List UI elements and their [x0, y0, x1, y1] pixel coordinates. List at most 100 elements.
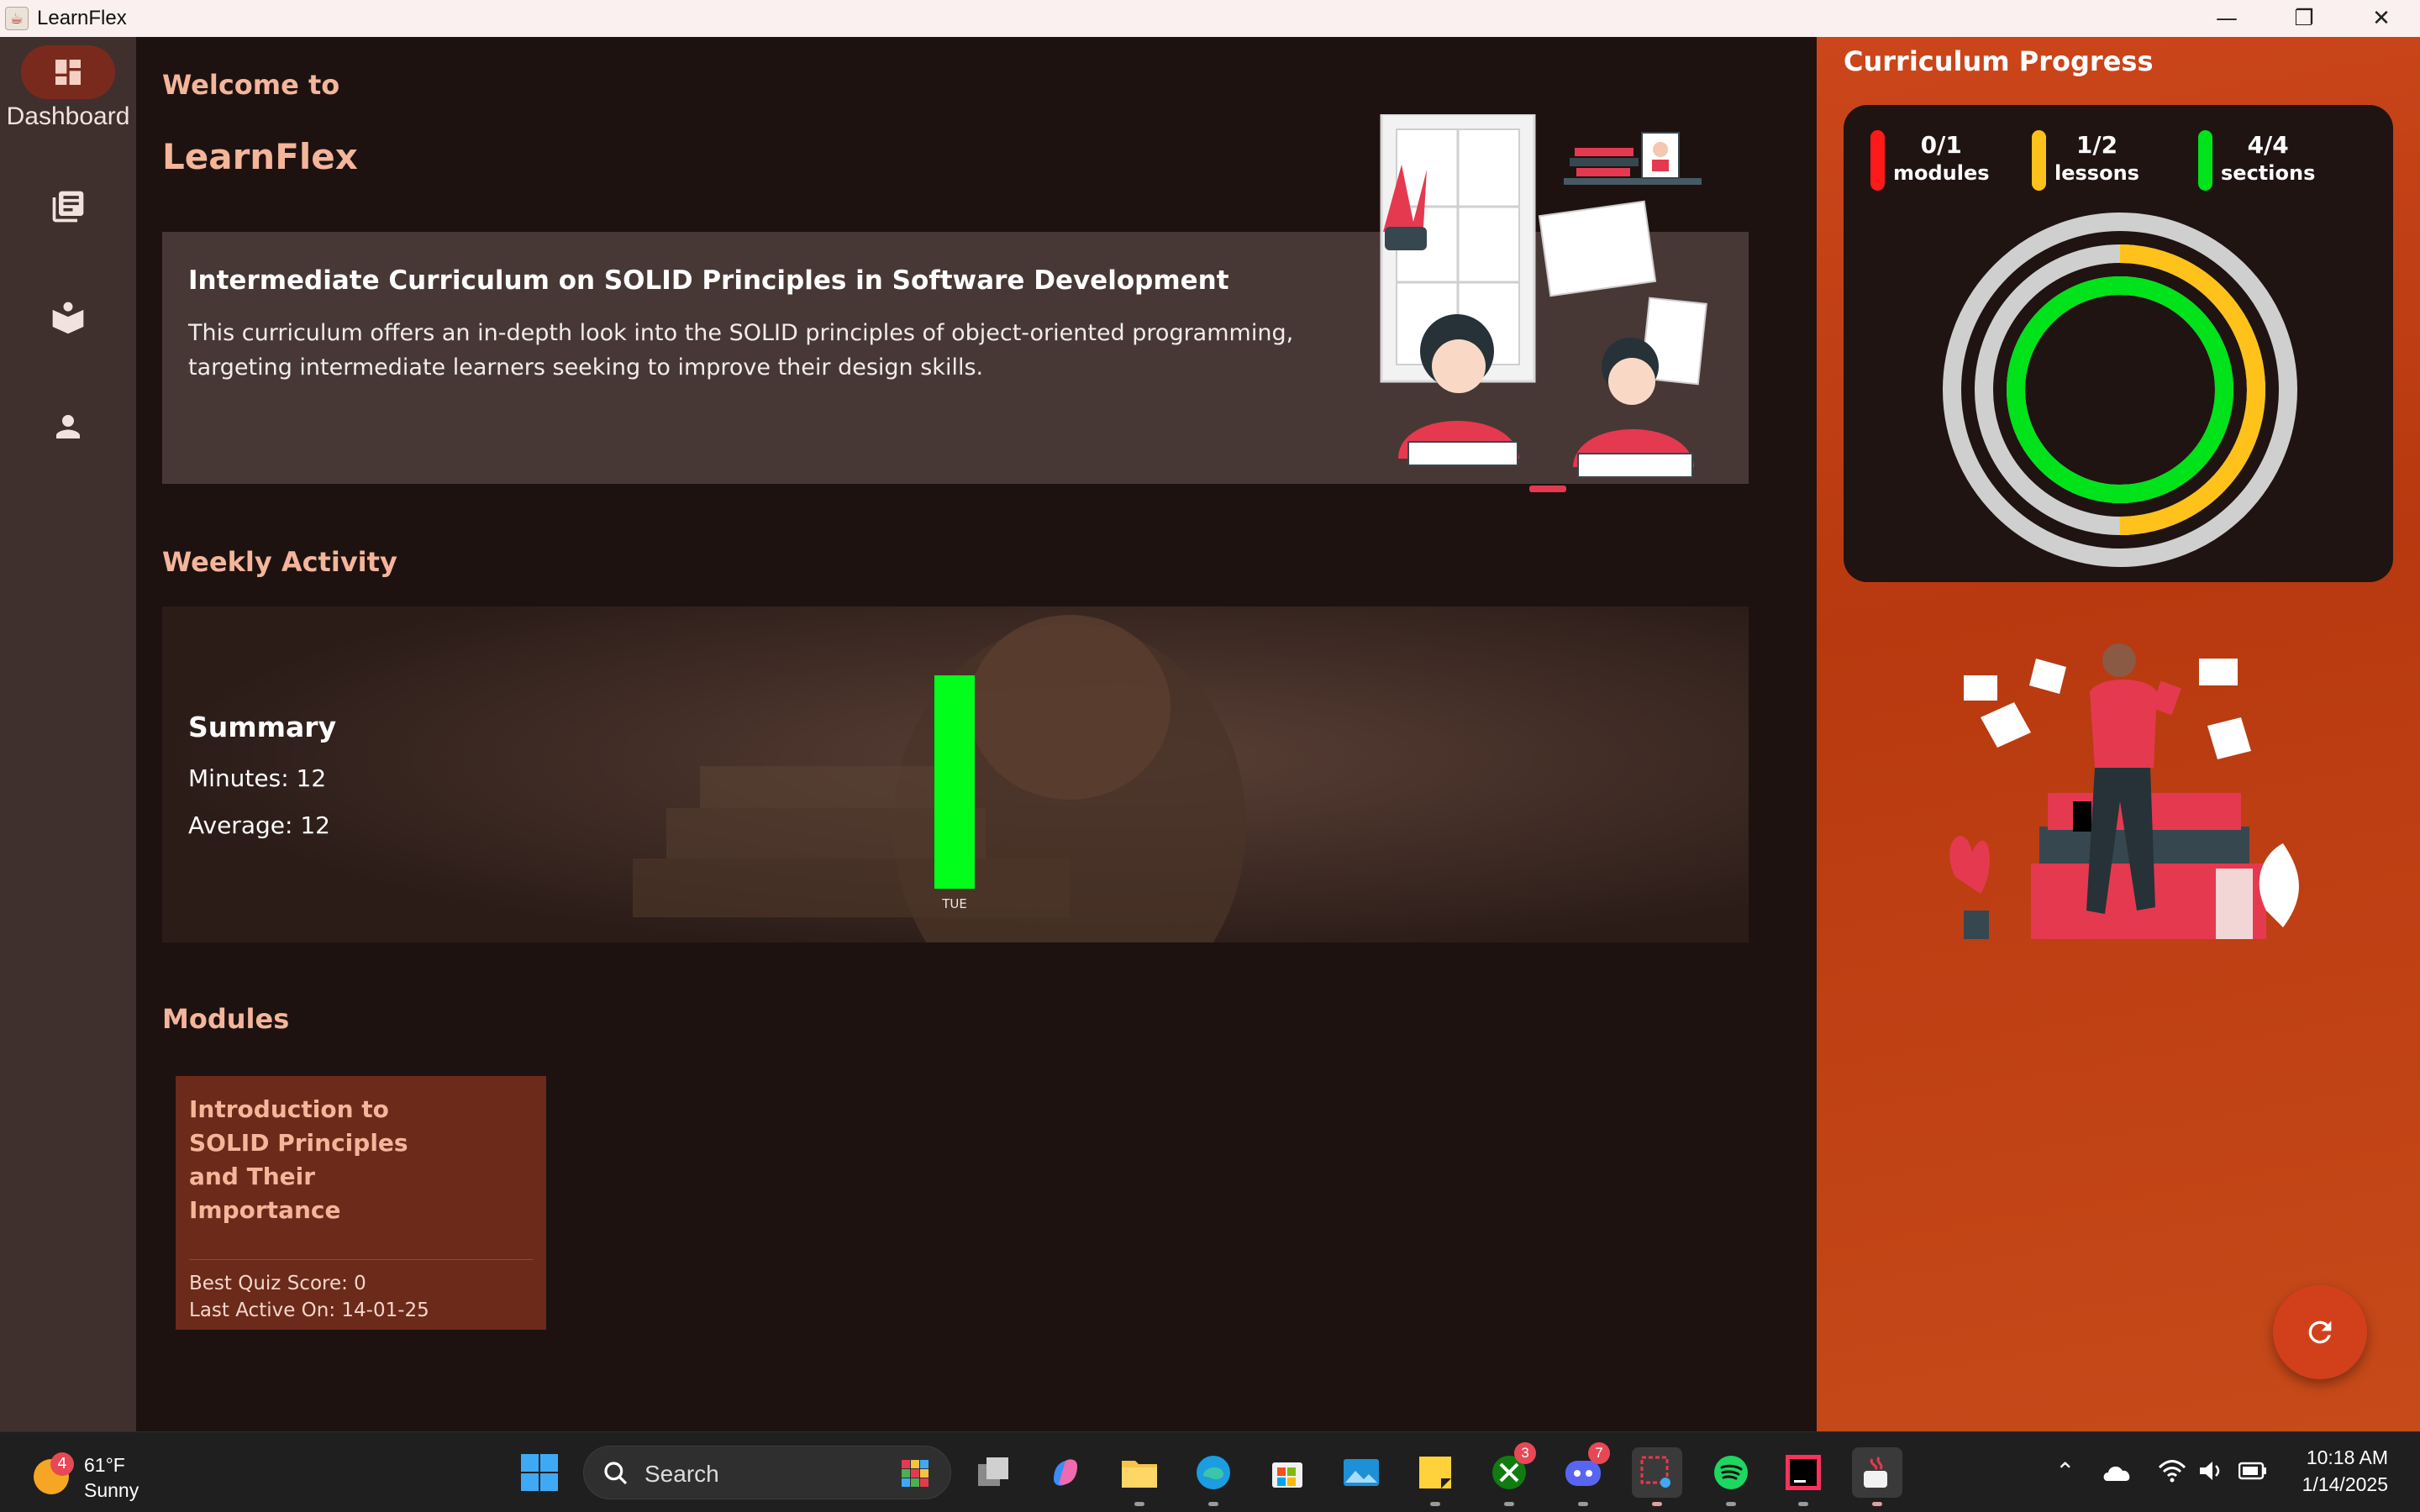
running-indicator [1726, 1502, 1736, 1506]
stat-value: 1/2 [2075, 131, 2118, 159]
welcome-text: Welcome to [162, 69, 340, 101]
running-indicator [1430, 1502, 1440, 1506]
window-controls: — ❐ ✕ [2188, 0, 2420, 37]
clock-time: 10:18 AM [2306, 1446, 2388, 1468]
sidebar: Dashboard [0, 37, 136, 1431]
restore-icon: ❐ [2294, 6, 2314, 31]
weekly-activity-card: Summary Minutes: 12 Average: 12 TUE [162, 606, 1749, 942]
system-clock[interactable]: 10:18 AM 1/14/2025 [2302, 1444, 2388, 1498]
progress-ring-sections [2007, 276, 2233, 503]
module-best-quiz-score: Best Quiz Score: 0 [189, 1273, 366, 1294]
running-indicator [1134, 1502, 1144, 1506]
progress-ring-track [1943, 213, 2297, 567]
open-book-icon [21, 291, 115, 344]
module-card[interactable]: Introduction to SOLID Principles and The… [176, 1076, 546, 1330]
java-app-icon: ☕ [5, 7, 29, 30]
taskbar-search[interactable]: Search [583, 1446, 951, 1499]
refresh-button[interactable] [2273, 1285, 2367, 1379]
clock-date: 1/14/2025 [2302, 1473, 2388, 1495]
window-title-bar: ☕ LearnFlex — ❐ ✕ [0, 0, 2420, 37]
weather-temp: 61°F [84, 1454, 125, 1476]
sidebar-item-library[interactable] [0, 180, 136, 234]
main-content: Welcome to LearnFlex Intermediate Curric… [136, 37, 1817, 1431]
reader-illustration [1949, 643, 2299, 939]
running-indicator [1578, 1502, 1588, 1506]
photos-icon[interactable] [1336, 1447, 1386, 1498]
sidebar-item-label: Dashboard [6, 102, 130, 130]
start-button[interactable] [519, 1452, 560, 1493]
sidebar-item-lessons[interactable] [0, 291, 136, 344]
notification-badge: 7 [1588, 1442, 1610, 1464]
classroom-illustration [1380, 114, 1707, 492]
wifi-icon[interactable] [2158, 1459, 2186, 1483]
dashboard-icon [21, 45, 115, 99]
stat-value: 4/4 [2247, 131, 2289, 159]
window-title: LearnFlex [37, 7, 127, 29]
maximize-button[interactable]: ❐ [2265, 0, 2343, 37]
activity-bar [934, 675, 975, 889]
weekly-activity-heading: Weekly Activity [162, 546, 397, 578]
summary-title: Summary [188, 711, 337, 743]
java-icon[interactable] [1852, 1447, 1902, 1506]
minimize-icon: — [2216, 6, 2238, 31]
progress-card: 0/1 modules 1/2 lessons 4/4 sections [1844, 105, 2393, 582]
store-icon[interactable] [1262, 1447, 1313, 1498]
curriculum-description: This curriculum offers an in-depth look … [188, 320, 1294, 381]
curriculum-progress-title: Curriculum Progress [1844, 45, 2154, 77]
weather-badge: 4 [50, 1452, 74, 1476]
stat-modules: 0/1 modules [1870, 130, 1990, 191]
stat-color-marker [2198, 130, 2212, 191]
curriculum-title: Intermediate Curriculum on SOLID Princip… [188, 265, 1229, 296]
search-icon [604, 1462, 628, 1485]
search-placeholder: Search [644, 1461, 719, 1487]
spotify-icon[interactable] [1706, 1447, 1756, 1506]
running-indicator [1798, 1502, 1808, 1506]
battery-icon[interactable] [2238, 1461, 2267, 1481]
curriculum-progress-panel: Curriculum Progress 0/1 modules 1/2 less… [1817, 37, 2420, 1431]
weather-condition: Sunny [84, 1479, 139, 1501]
edge-icon[interactable] [1188, 1447, 1239, 1506]
stat-color-marker [1870, 130, 1885, 191]
xbox-icon[interactable]: 3 [1484, 1442, 1536, 1506]
running-indicator [1652, 1502, 1662, 1506]
module-title: Introduction to SOLID Principles and The… [189, 1095, 408, 1224]
module-divider [189, 1259, 533, 1260]
stat-label: modules [1893, 161, 1990, 185]
intellij-icon[interactable] [1778, 1447, 1828, 1506]
task-view-icon[interactable] [968, 1447, 1018, 1498]
notification-badge: 3 [1514, 1442, 1536, 1464]
stat-color-marker [2032, 130, 2046, 191]
running-indicator [1504, 1502, 1514, 1506]
minimize-button[interactable]: — [2188, 0, 2265, 37]
volume-icon[interactable] [2198, 1459, 2225, 1483]
search-highlight-icon [902, 1460, 929, 1487]
stat-label: sections [2221, 161, 2316, 185]
stat-lessons: 1/2 lessons [2032, 130, 2139, 191]
library-icon [21, 180, 115, 234]
sticky-notes-icon[interactable] [1410, 1447, 1460, 1506]
brand-title: LearnFlex [162, 136, 358, 177]
running-indicator [1208, 1502, 1218, 1506]
snipping-tool-icon[interactable] [1632, 1447, 1682, 1506]
close-button[interactable]: ✕ [2343, 0, 2420, 37]
weather-widget[interactable]: 4 61°F Sunny [30, 1444, 165, 1501]
person-icon [21, 400, 115, 454]
summary-average: Average: 12 [188, 811, 330, 839]
file-explorer-icon[interactable] [1114, 1447, 1165, 1506]
stat-label: lessons [2054, 161, 2139, 185]
sidebar-item-profile[interactable] [0, 400, 136, 454]
summary-minutes: Minutes: 12 [188, 764, 327, 792]
activity-bar-label: TUE [942, 896, 967, 911]
stat-sections: 4/4 sections [2198, 130, 2315, 191]
running-indicator [1872, 1502, 1882, 1506]
chevron-up-icon[interactable]: ⌃ [2055, 1457, 2075, 1485]
modules-heading: Modules [162, 1003, 290, 1035]
discord-icon[interactable]: 7 [1558, 1442, 1610, 1506]
onedrive-icon[interactable] [2101, 1461, 2133, 1483]
refresh-icon [2308, 1320, 2332, 1344]
close-icon: ✕ [2372, 6, 2391, 31]
copilot-icon[interactable] [1040, 1447, 1091, 1498]
sidebar-item-dashboard[interactable]: Dashboard [0, 45, 136, 131]
taskbar: 4 61°F Sunny Search 3 7 ⌃ 10:18 AM 1/14/… [0, 1431, 2420, 1512]
stat-value: 0/1 [1920, 131, 1962, 159]
